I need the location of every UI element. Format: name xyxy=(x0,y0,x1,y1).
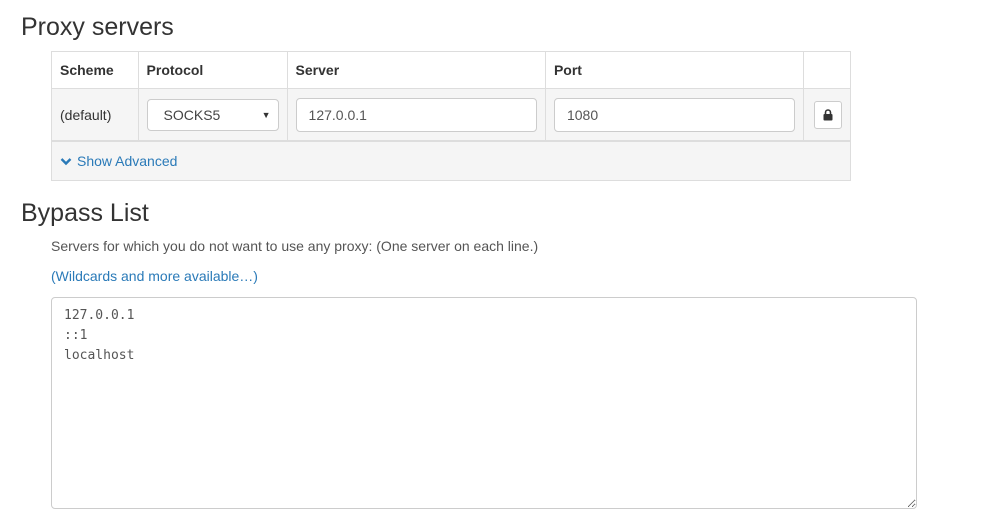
protocol-cell: SOCKS5 ▼ xyxy=(137,88,288,142)
lock-cell xyxy=(802,88,852,142)
caret-down-icon: ▼ xyxy=(261,109,271,120)
column-header-port: Port xyxy=(544,51,804,89)
port-input[interactable] xyxy=(553,97,795,132)
column-header-scheme: Scheme xyxy=(51,51,139,89)
server-input[interactable] xyxy=(295,97,537,132)
server-cell xyxy=(286,88,546,142)
show-advanced-link[interactable]: Show Advanced xyxy=(60,153,177,169)
advanced-cell: Show Advanced xyxy=(51,140,851,181)
advanced-row: Show Advanced xyxy=(51,140,851,181)
wildcards-link[interactable]: (Wildcards and more available…) xyxy=(51,268,258,284)
protocol-select[interactable]: SOCKS5 ▼ xyxy=(146,98,279,131)
port-cell xyxy=(544,88,804,142)
column-header-empty xyxy=(802,51,852,89)
lock-icon xyxy=(823,108,833,120)
bypass-list-title: Bypass List xyxy=(21,199,149,227)
table-row: (default) SOCKS5 ▼ xyxy=(51,88,852,142)
column-header-protocol: Protocol xyxy=(137,51,288,89)
bypass-help-text: Servers for which you do not want to use… xyxy=(51,238,539,254)
show-advanced-label: Show Advanced xyxy=(77,153,178,170)
bypass-list-textarea[interactable]: 127.0.0.1 ::1 localhost xyxy=(51,297,917,509)
lock-button[interactable] xyxy=(813,100,842,129)
proxy-servers-table: Scheme Protocol Server Port (default) SO… xyxy=(51,51,852,181)
chevron-down-icon xyxy=(60,157,72,165)
proxy-servers-title: Proxy servers xyxy=(21,13,174,41)
scheme-cell: (default) xyxy=(51,88,139,142)
table-header-row: Scheme Protocol Server Port xyxy=(51,51,852,89)
protocol-select-value: SOCKS5 xyxy=(163,106,221,123)
column-header-server: Server xyxy=(286,51,546,89)
